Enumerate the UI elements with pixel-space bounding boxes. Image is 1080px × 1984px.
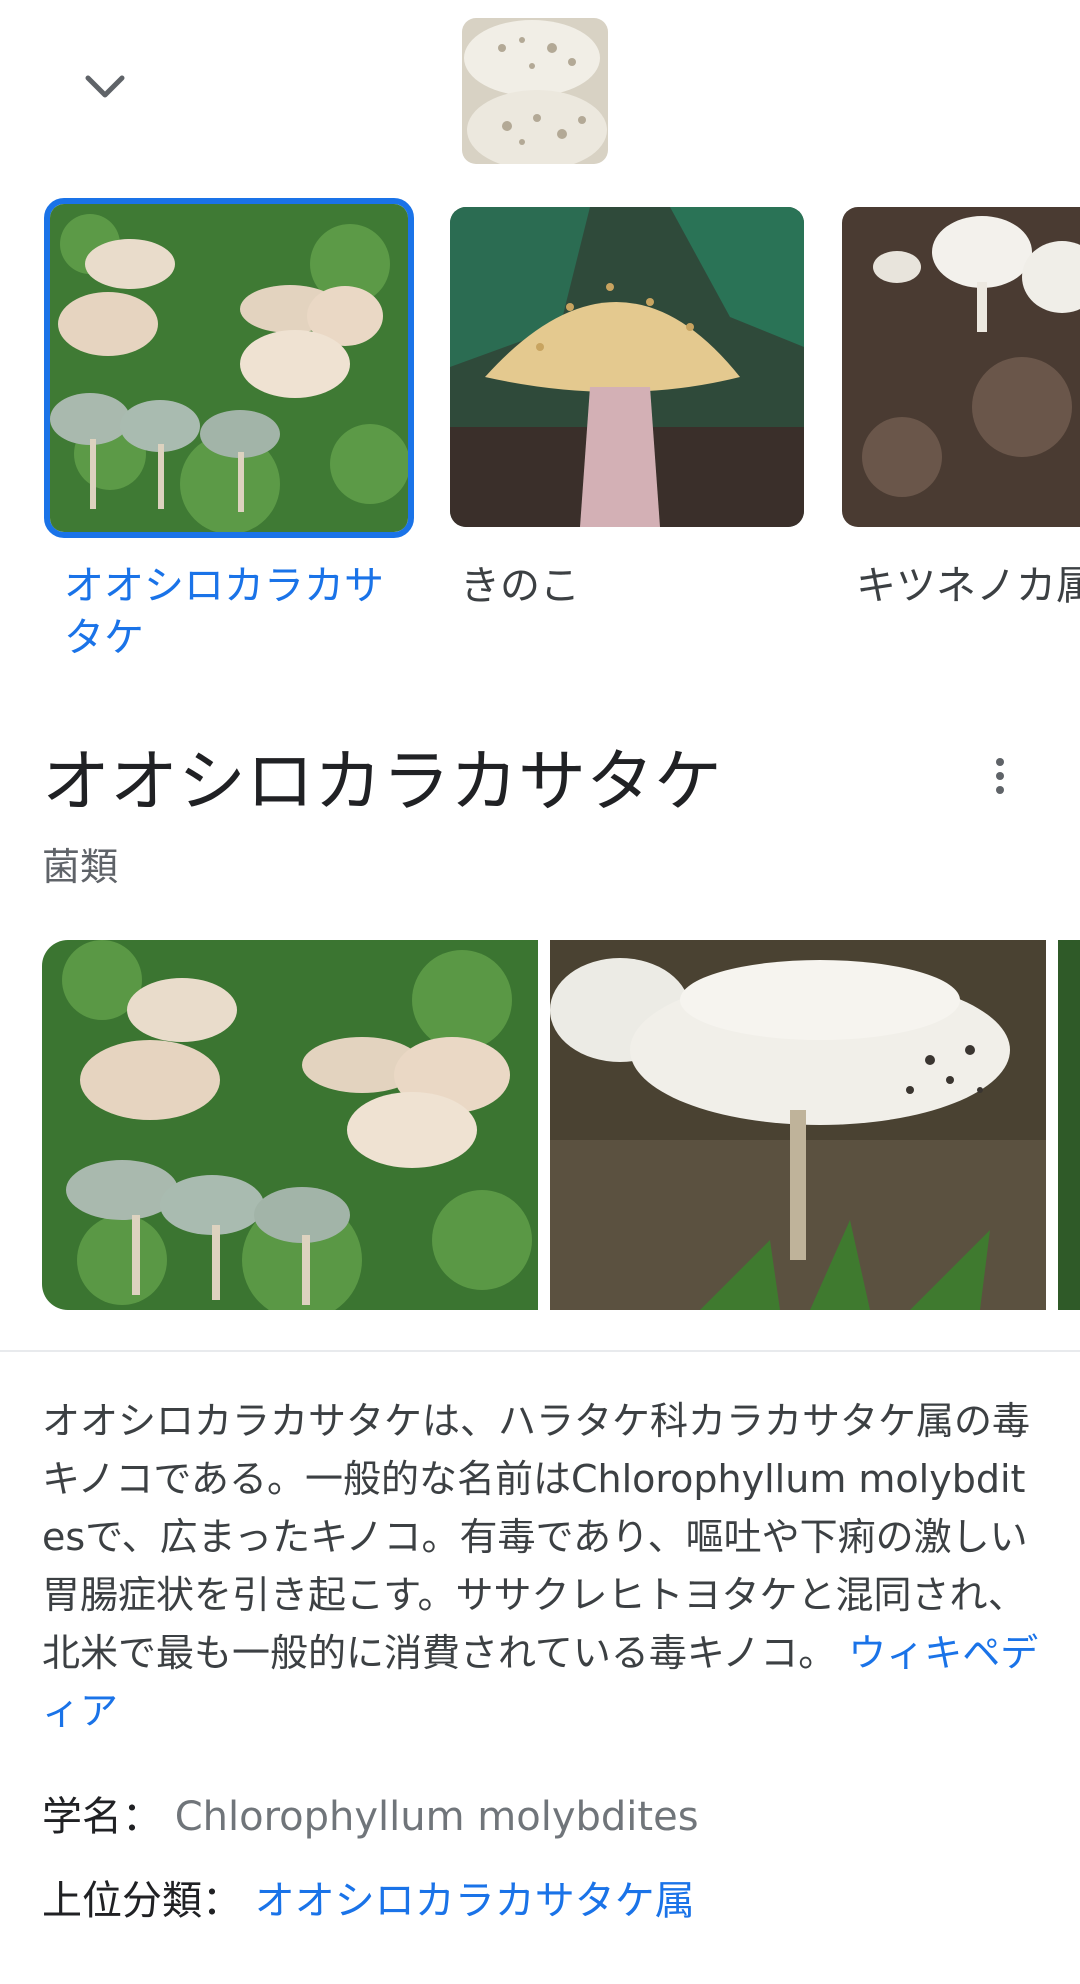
related-card-image — [450, 207, 804, 527]
mushroom-image — [50, 204, 408, 532]
mushroom-thumbnail-image — [462, 18, 608, 164]
mushroom-image — [842, 207, 1080, 527]
related-card-label: オオシロカラカサタケ — [64, 563, 384, 661]
divider — [0, 1350, 1080, 1352]
gallery-image-2[interactable] — [1058, 940, 1080, 1310]
parent-taxon-link[interactable]: オオシロカラカサタケ属 — [255, 1878, 695, 1924]
chevron-down-icon — [85, 75, 125, 98]
mushroom-image — [450, 207, 804, 527]
entity-title: オオシロカラカサタケ — [42, 743, 723, 822]
more-vert-icon — [996, 758, 1004, 794]
related-card-label: きのこ — [460, 563, 580, 609]
fact-parent-taxon: 上位分類： オオシロカラカサタケ属 — [42, 1874, 695, 1928]
mushroom-image — [42, 940, 538, 1310]
fact-value: Chlorophyllum molybdites — [174, 1794, 699, 1840]
more-options-button[interactable] — [985, 752, 1015, 802]
header-thumbnail[interactable] — [462, 18, 608, 164]
fact-scientific-name: 学名： Chlorophyllum molybdites — [42, 1790, 699, 1844]
gallery-image-0[interactable] — [42, 940, 538, 1310]
related-card-image — [44, 198, 414, 538]
entity-description: オオシロカラカサタケは、ハラタケ科カラカサタケ属の毒キノコである。一般的な名前は… — [42, 1392, 1042, 1740]
mushroom-image — [1058, 940, 1080, 1310]
related-card-image — [842, 207, 1080, 527]
gallery-image-1[interactable] — [550, 940, 1046, 1310]
mushroom-image — [550, 940, 1046, 1310]
entity-subtitle: 菌類 — [42, 845, 119, 889]
collapse-button[interactable] — [70, 60, 140, 120]
related-card-label: キツネノカ属 — [856, 563, 1080, 609]
fact-label: 学名： — [42, 1794, 162, 1840]
fact-label: 上位分類： — [42, 1878, 242, 1924]
